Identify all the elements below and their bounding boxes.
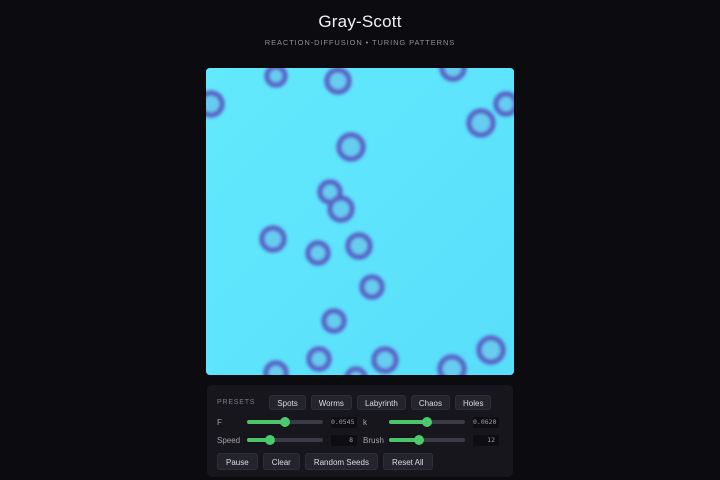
pattern-spot <box>321 308 347 334</box>
speed-label: Speed <box>217 435 241 445</box>
preset-chaos-button[interactable]: Chaos <box>410 395 450 410</box>
k-slider-thumb[interactable] <box>422 417 432 427</box>
pattern-spot <box>371 346 399 374</box>
pattern-spot <box>206 90 225 118</box>
preset-holes-button[interactable]: Holes <box>454 395 492 410</box>
pattern-spot <box>437 354 467 375</box>
pattern-spot <box>439 68 467 82</box>
k-slider[interactable] <box>389 417 465 427</box>
presets-row: PRESETS Spots Worms Labyrinth Chaos Hole… <box>217 395 496 410</box>
pattern-spot <box>493 91 514 117</box>
pattern-spot <box>324 68 352 95</box>
page-subtitle: REACTION-DIFFUSION • TURING PATTERNS <box>264 38 456 47</box>
pattern-field[interactable] <box>206 68 514 375</box>
pattern-spot <box>259 225 287 253</box>
pattern-spot <box>263 360 289 375</box>
brush-label: Brush <box>363 435 384 445</box>
pattern-spot <box>344 366 368 375</box>
speed-value: 8 <box>331 434 357 446</box>
pattern-spot <box>359 274 385 300</box>
pause-button[interactable]: Pause <box>217 453 258 470</box>
brush-slider-thumb[interactable] <box>414 435 425 445</box>
page-title: Gray-Scott <box>318 12 402 31</box>
pattern-spot <box>327 195 355 223</box>
pattern-spot <box>305 240 331 266</box>
actions-row: Pause Clear Random Seeds Reset All <box>217 453 438 470</box>
preset-labyrinth-button[interactable]: Labyrinth <box>356 395 406 410</box>
brush-slider[interactable] <box>389 435 465 445</box>
clear-button[interactable]: Clear <box>262 453 300 470</box>
pattern-spot <box>264 68 288 88</box>
pattern-spot <box>466 108 496 138</box>
k-value: 0.0620 <box>473 416 499 428</box>
pattern-spot <box>306 346 332 372</box>
f-label: F <box>217 417 222 427</box>
preset-worms-button[interactable]: Worms <box>310 395 352 410</box>
f-slider-thumb[interactable] <box>280 417 290 427</box>
random-seeds-button[interactable]: Random Seeds <box>304 453 378 470</box>
presets-label: PRESETS <box>217 399 256 406</box>
brush-value: 12 <box>473 434 499 446</box>
pattern-spot <box>345 232 373 260</box>
simulation-canvas[interactable] <box>206 68 514 375</box>
f-slider[interactable] <box>247 417 323 427</box>
preset-spots-button[interactable]: Spots <box>269 395 306 410</box>
speed-slider[interactable] <box>247 435 323 445</box>
pattern-spot <box>476 335 506 365</box>
k-label: k <box>363 417 367 427</box>
speed-slider-thumb[interactable] <box>264 435 275 445</box>
speed-brush-row: Speed 8 Brush 12 <box>217 434 507 446</box>
feed-kill-row: F 0.0545 k 0.0620 <box>217 416 507 428</box>
f-value: 0.0545 <box>331 416 357 428</box>
pattern-spot <box>336 132 366 162</box>
control-panel: PRESETS Spots Worms Labyrinth Chaos Hole… <box>207 385 513 477</box>
reset-all-button[interactable]: Reset All <box>382 453 433 470</box>
